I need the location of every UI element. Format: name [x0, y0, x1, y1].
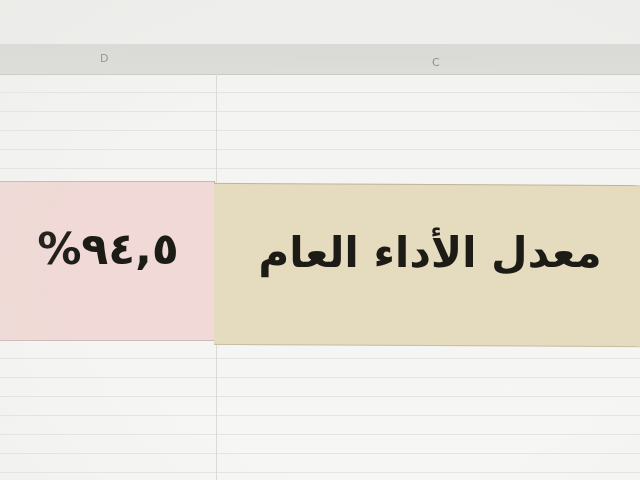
column-header-bar: D C: [0, 44, 640, 75]
column-header-c[interactable]: C: [432, 56, 440, 69]
toolbar-area: [0, 0, 640, 44]
spreadsheet-screen: D C %٩٤,٥ معدل الأداء العام: [0, 0, 640, 480]
column-header-d[interactable]: D: [100, 52, 108, 65]
performance-label-text: معدل الأداء العام: [258, 228, 602, 277]
performance-value-text: %٩٤,٥: [37, 224, 179, 275]
